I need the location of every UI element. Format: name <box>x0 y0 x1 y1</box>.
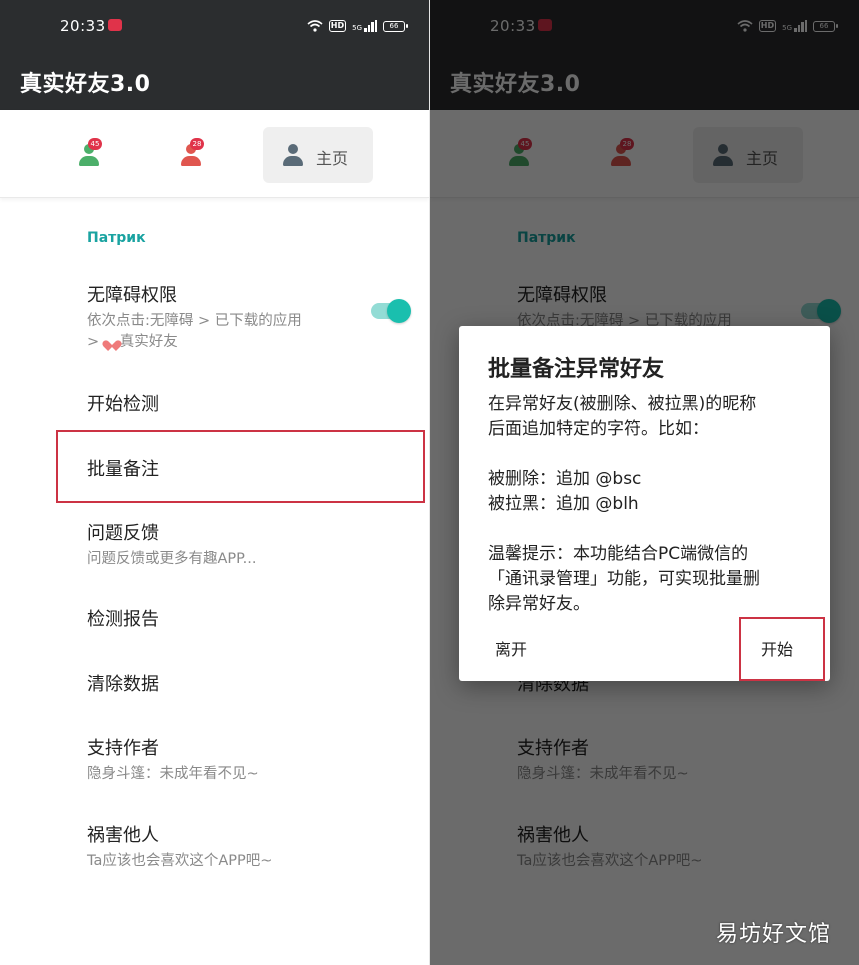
leave-button[interactable]: 离开 <box>495 636 527 660</box>
item-clear-data[interactable]: 清除数据 <box>87 670 367 696</box>
screen-main: 20:33 HD 5G 66 真实好友3.0 45 28 主页 Патрик 无… <box>0 0 429 965</box>
item-support-author[interactable]: 支持作者 隐身斗篷：未成年看不见~ <box>87 734 367 785</box>
item-title: 开始检测 <box>87 394 159 415</box>
wifi-icon <box>307 20 323 32</box>
battery-icon: 66 <box>383 20 408 32</box>
item-subtitle: Ta应该也会喜欢这个APP吧~ <box>87 853 273 869</box>
dialog-title: 批量备注异常好友 <box>488 357 665 382</box>
accessibility-toggle[interactable] <box>371 299 411 323</box>
highlight-start-button <box>739 617 825 681</box>
status-time: 20:33 <box>60 17 106 35</box>
item-subtitle: 依次点击:无障碍 > 已下载的应用 > 真实好友 <box>87 313 302 350</box>
item-report[interactable]: 检测报告 <box>87 605 367 631</box>
item-subtitle: 问题反馈或更多有趣APP... <box>87 551 257 567</box>
status-bar: 20:33 HD 5G 66 <box>0 0 429 52</box>
item-title: 支持作者 <box>87 738 159 759</box>
item-share[interactable]: 祸害他人 Ta应该也会喜欢这个APP吧~ <box>87 821 367 872</box>
item-accessibility[interactable]: 无障碍权限 依次点击:无障碍 > 已下载的应用 > 真实好友 <box>87 281 367 353</box>
tab-home-label: 主页 <box>316 149 349 168</box>
highlight-batch-remark <box>56 430 425 503</box>
item-feedback[interactable]: 问题反馈 问题反馈或更多有趣APP... <box>87 519 367 570</box>
tab2-badge: 28 <box>190 138 204 150</box>
item-start-detect[interactable]: 开始检测 <box>87 390 367 416</box>
tab-abnormal-friends[interactable]: 28 <box>162 127 218 183</box>
item-subtitle: 隐身斗篷：未成年看不见~ <box>87 766 259 782</box>
tab-bar: 45 28 主页 <box>0 110 429 198</box>
screen-record-icon <box>108 19 122 31</box>
tab-normal-friends[interactable]: 45 <box>60 127 118 183</box>
system-icons: HD 5G 66 <box>307 18 408 34</box>
signal-icon: 5G <box>352 20 377 32</box>
item-title: 问题反馈 <box>87 523 159 544</box>
tab-home[interactable]: 主页 <box>263 127 373 183</box>
app-bar: 真实好友3.0 <box>0 52 429 110</box>
item-title: 无障碍权限 <box>87 285 177 306</box>
item-title: 清除数据 <box>87 674 159 695</box>
person-icon <box>282 144 304 166</box>
heart-icon <box>106 336 118 347</box>
hd-icon: HD <box>328 20 347 32</box>
app-title: 真实好友3.0 <box>20 72 151 97</box>
section-label: Патрик <box>87 230 146 246</box>
watermark: 易坊好文馆 <box>715 922 831 947</box>
toggle-knob <box>387 299 411 323</box>
network-type: 5G <box>352 24 362 32</box>
screen-dialog: 20:33 HD 5G 66 真实好友3.0 45 28 主页 Патрик 无… <box>430 0 859 965</box>
item-title: 检测报告 <box>87 609 159 630</box>
tab1-badge: 45 <box>88 138 102 150</box>
dialog-body: 在异常好友(被删除、被拉黑)的昵称 后面追加特定的字符。比如： 被删除：追加 @… <box>488 394 760 614</box>
item-title: 祸害他人 <box>87 825 159 846</box>
